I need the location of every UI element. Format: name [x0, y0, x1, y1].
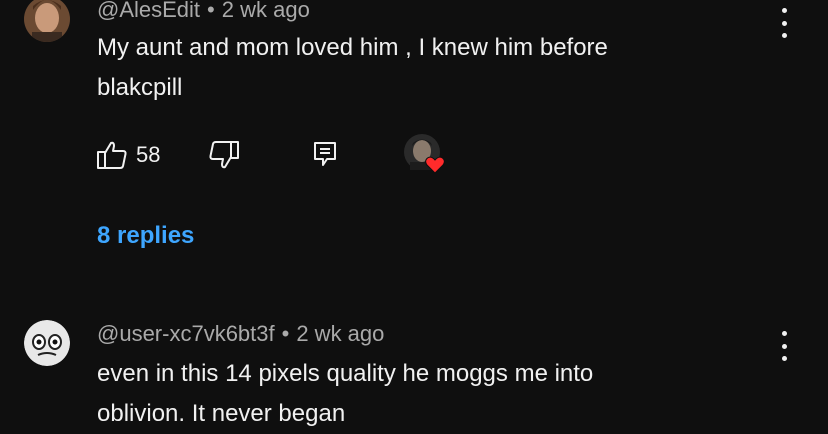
meta-separator: •	[281, 321, 290, 346]
comment-author[interactable]: @AlesEdit	[97, 0, 200, 22]
meta-separator: •	[207, 0, 215, 22]
comment-text: My aunt and mom loved him , I knew him b…	[97, 28, 737, 108]
more-vert-icon[interactable]	[774, 331, 794, 361]
comment-1: @AlesEdit • 2 wk ago My aunt and mom loved…	[0, 0, 828, 290]
more-vert-icon[interactable]	[774, 8, 794, 38]
comment-author[interactable]: @user-xc7vk6bt3f	[97, 321, 275, 346]
reply-icon[interactable]	[313, 141, 337, 172]
thumbs-up-icon[interactable]	[96, 140, 128, 175]
heart-icon	[425, 156, 445, 179]
comment-text-line: blakcpill	[97, 74, 183, 101]
avatar[interactable]	[24, 320, 70, 366]
comment-2: @user-xc7vk6bt3f • 2 wk ago even in this 1…	[0, 300, 828, 433]
like-count: 58	[136, 142, 161, 167]
comment-time[interactable]: 2 wk ago	[296, 321, 384, 346]
comment-text-line: oblivion. It never began	[97, 400, 346, 427]
avatar[interactable]	[24, 0, 70, 42]
comment-time[interactable]: 2 wk ago	[222, 0, 310, 22]
replies-button[interactable]: 8 replies	[97, 222, 194, 250]
comment-text-line: even in this 14 pixels quality he moggs …	[97, 360, 594, 387]
comment-meta: @user-xc7vk6bt3f • 2 wk ago	[97, 321, 384, 347]
comment-text-line: My aunt and mom loved him , I knew him b…	[97, 34, 608, 61]
thumbs-down-icon[interactable]	[208, 140, 240, 175]
comment-text: even in this 14 pixels quality he moggs …	[97, 354, 737, 434]
comment-meta: @AlesEdit • 2 wk ago	[97, 0, 310, 23]
